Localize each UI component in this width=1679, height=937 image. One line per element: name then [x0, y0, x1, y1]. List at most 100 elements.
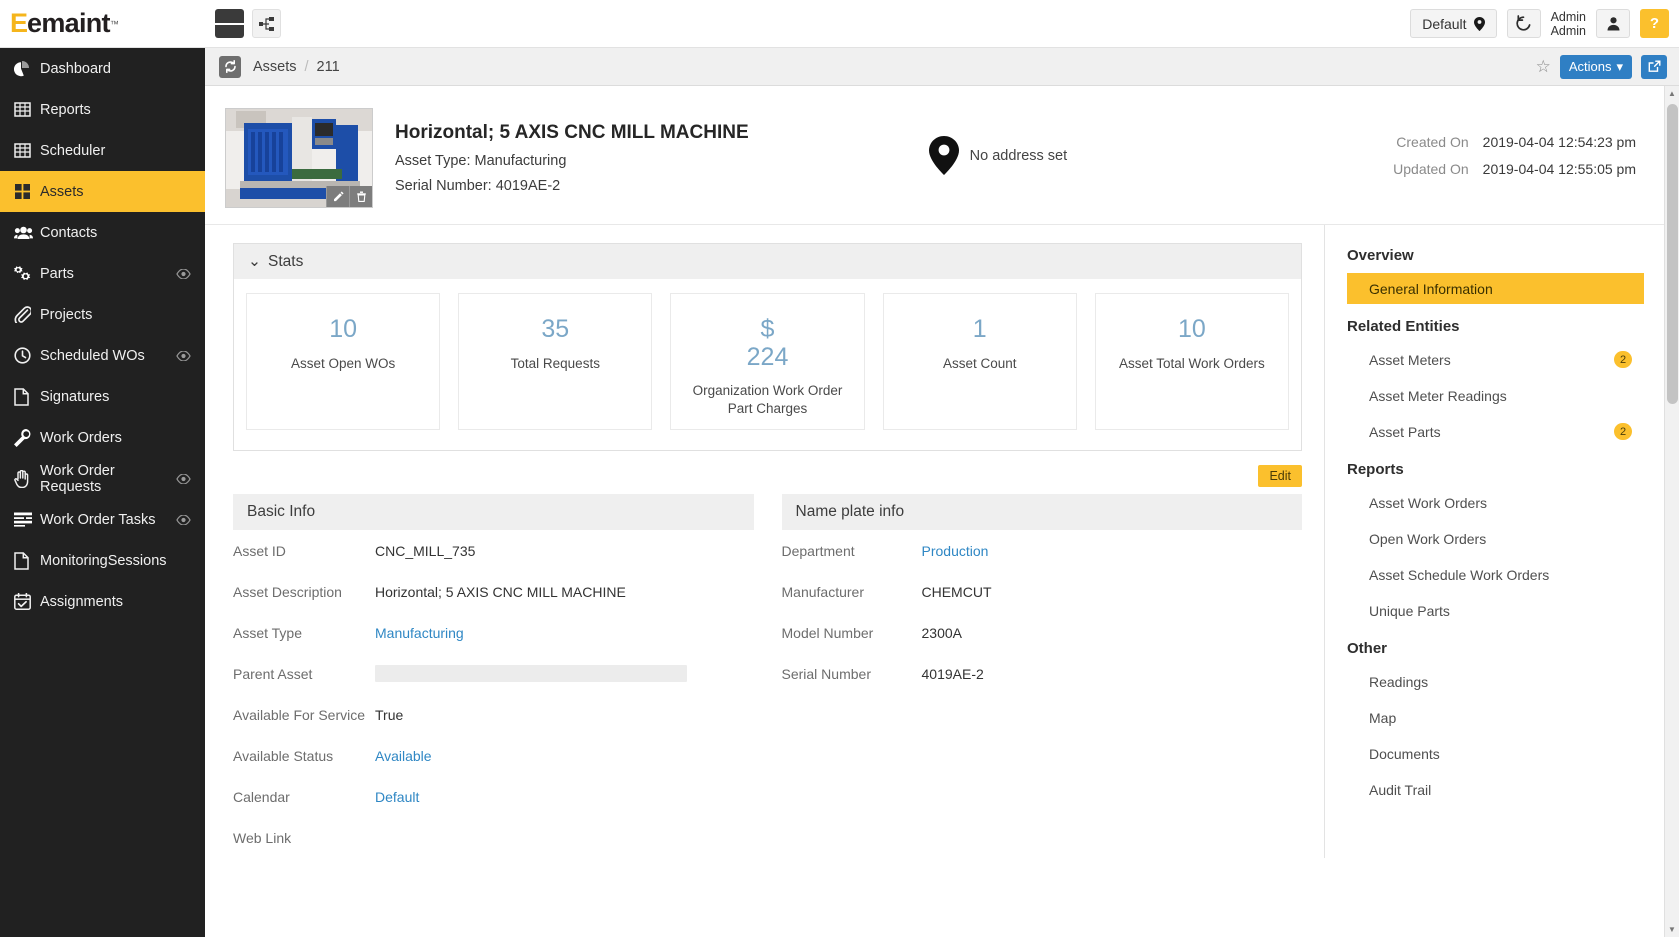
map-pin-icon	[928, 136, 959, 175]
logo-trademark: ™	[109, 18, 119, 29]
scroll-up-arrow[interactable]: ▲	[1665, 86, 1679, 101]
star-outline-icon[interactable]: ☆	[1536, 57, 1551, 77]
field-value: CHEMCUT	[921, 583, 992, 600]
right-nav-item-asset-work-orders[interactable]: Asset Work Orders	[1347, 487, 1644, 518]
sidebar-item-label: Parts	[40, 265, 74, 282]
field-row: Manufacturer CHEMCUT	[782, 571, 1303, 612]
breadcrumb-bar: Assets / 211 ☆ Actions ▾	[205, 48, 1679, 86]
edit-photo-button[interactable]	[326, 186, 349, 207]
breadcrumb-parent[interactable]: Assets	[253, 59, 297, 75]
right-nav-item-asset-meter-readings[interactable]: Asset Meter Readings	[1347, 380, 1644, 411]
sidebar-item-label: Assignments	[40, 593, 124, 610]
sidebar-item-monitoringsessions[interactable]: MonitoringSessions	[0, 540, 205, 581]
stat-card[interactable]: 35 Total Requests	[458, 293, 653, 430]
stat-card[interactable]: 10 Asset Open WOs	[246, 293, 441, 430]
document-icon	[14, 551, 40, 570]
hamburger-menu-button[interactable]	[215, 9, 245, 38]
sidebar-item-work-order-tasks[interactable]: Work Order Tasks	[0, 499, 205, 540]
stat-card[interactable]: $224 Organization Work Order Part Charges	[670, 293, 865, 430]
count-badge: 2	[1614, 351, 1632, 368]
asset-thumbnail[interactable]	[225, 108, 373, 208]
vertical-scrollbar[interactable]: ▲ ▼	[1664, 86, 1679, 937]
right-nav-item-asset-parts[interactable]: Asset Parts 2	[1347, 416, 1644, 447]
right-nav-item-asset-meters[interactable]: Asset Meters 2	[1347, 344, 1644, 375]
stats-panel-header[interactable]: ⌄ Stats	[234, 244, 1301, 279]
site-selector-button[interactable]: Default	[1410, 9, 1497, 38]
right-nav-item-label: Unique Parts	[1369, 602, 1450, 619]
top-bar: Eemaint ™ Default Admin Admin ?	[0, 0, 1679, 48]
field-label: Manufacturer	[781, 583, 864, 600]
sidebar-item-reports[interactable]: Reports	[0, 89, 205, 130]
delete-photo-button[interactable]	[349, 186, 372, 207]
pencil-icon	[333, 191, 344, 202]
visibility-eye-icon[interactable]	[176, 514, 191, 525]
scrollbar-thumb[interactable]	[1667, 104, 1678, 404]
user-menu-button[interactable]	[1596, 9, 1630, 38]
site-selector-label: Default	[1422, 15, 1467, 32]
actions-button[interactable]: Actions ▾	[1559, 54, 1632, 79]
right-nav-item-asset-schedule-work-orders[interactable]: Asset Schedule Work Orders	[1347, 559, 1644, 590]
field-row: Model Number 2300A	[782, 612, 1303, 653]
help-button[interactable]: ?	[1640, 9, 1669, 38]
right-nav-item-label: Open Work Orders	[1369, 530, 1487, 547]
field-row: Asset Description Horizontal; 5 AXIS CNC …	[233, 571, 754, 612]
table-grid-icon	[14, 101, 40, 118]
field-label: Serial Number	[781, 665, 871, 682]
stat-card[interactable]: 10 Asset Total Work Orders	[1094, 293, 1290, 430]
stat-card[interactable]: 1 Asset Count	[882, 293, 1077, 430]
right-nav-item-audit-trail[interactable]: Audit Trail	[1347, 774, 1644, 805]
sidebar-item-scheduled-wos[interactable]: Scheduled WOs	[0, 335, 205, 376]
sidebar-item-label: Assets	[40, 183, 84, 200]
sitemap-button[interactable]	[252, 9, 281, 38]
field-value[interactable]: Manufacturing	[375, 625, 464, 641]
asset-address[interactable]: No address set	[928, 108, 1067, 175]
refresh-button[interactable]	[219, 55, 241, 78]
right-nav-item-open-work-orders[interactable]: Open Work Orders	[1347, 523, 1644, 554]
field-row: Calendar Default	[233, 776, 754, 817]
right-nav-item-unique-parts[interactable]: Unique Parts	[1347, 595, 1644, 626]
right-nav-item-readings[interactable]: Readings	[1347, 666, 1644, 697]
field-value[interactable]: Production	[922, 543, 989, 559]
sidebar-item-assets[interactable]: Assets	[0, 171, 205, 212]
asset-meta: Created On 2019-04-04 12:54:23 pm Update…	[1393, 108, 1636, 188]
refresh-icon	[224, 60, 236, 73]
right-nav-item-map[interactable]: Map	[1347, 702, 1644, 733]
main-sidebar: Dashboard Reports Scheduler Assets Contacts P…	[0, 48, 205, 937]
field-label: Web Link	[233, 829, 292, 846]
sidebar-item-work-orders[interactable]: Work Orders	[0, 417, 205, 458]
edit-button[interactable]: Edit	[1258, 465, 1302, 487]
sidebar-item-assignments[interactable]: Assignments	[0, 581, 205, 622]
sidebar-item-scheduler[interactable]: Scheduler	[0, 130, 205, 171]
history-revert-icon	[1516, 15, 1531, 31]
sidebar-item-contacts[interactable]: Contacts	[0, 212, 205, 253]
brand-logo[interactable]: Eemaint ™	[0, 10, 205, 37]
field-value[interactable]: Default	[375, 789, 419, 805]
field-label: Department	[781, 542, 855, 559]
visibility-eye-icon[interactable]	[176, 268, 191, 279]
stat-value: 10	[329, 315, 357, 343]
table-grid-icon	[14, 142, 40, 159]
visibility-eye-icon[interactable]	[176, 473, 191, 484]
user-avatar-icon	[1607, 17, 1619, 31]
sidebar-item-parts[interactable]: Parts	[0, 253, 205, 294]
people-icon	[14, 224, 40, 241]
sidebar-item-work-order-requests[interactable]: Work Order Requests	[0, 458, 205, 499]
sitemap-icon	[258, 16, 274, 31]
user-name-line2: Admin	[1550, 23, 1586, 38]
right-nav-item-documents[interactable]: Documents	[1347, 738, 1644, 769]
visibility-eye-icon[interactable]	[176, 350, 191, 361]
field-value[interactable]: Available	[375, 748, 432, 764]
pie-chart-icon	[14, 60, 40, 77]
field-value[interactable]	[375, 665, 687, 682]
right-nav-item-general-information[interactable]: General Information	[1347, 273, 1644, 304]
scroll-down-arrow[interactable]: ▼	[1665, 922, 1679, 937]
sidebar-item-dashboard[interactable]: Dashboard	[0, 48, 205, 89]
asset-title: Horizontal; 5 AXIS CNC MILL MACHINE	[395, 122, 749, 143]
history-button[interactable]	[1506, 9, 1541, 38]
sidebar-item-label: MonitoringSessions	[40, 552, 167, 569]
sidebar-item-signatures[interactable]: Signatures	[0, 376, 205, 417]
share-button[interactable]	[1641, 54, 1667, 79]
sidebar-item-projects[interactable]: Projects	[0, 294, 205, 335]
trash-icon	[356, 191, 366, 202]
